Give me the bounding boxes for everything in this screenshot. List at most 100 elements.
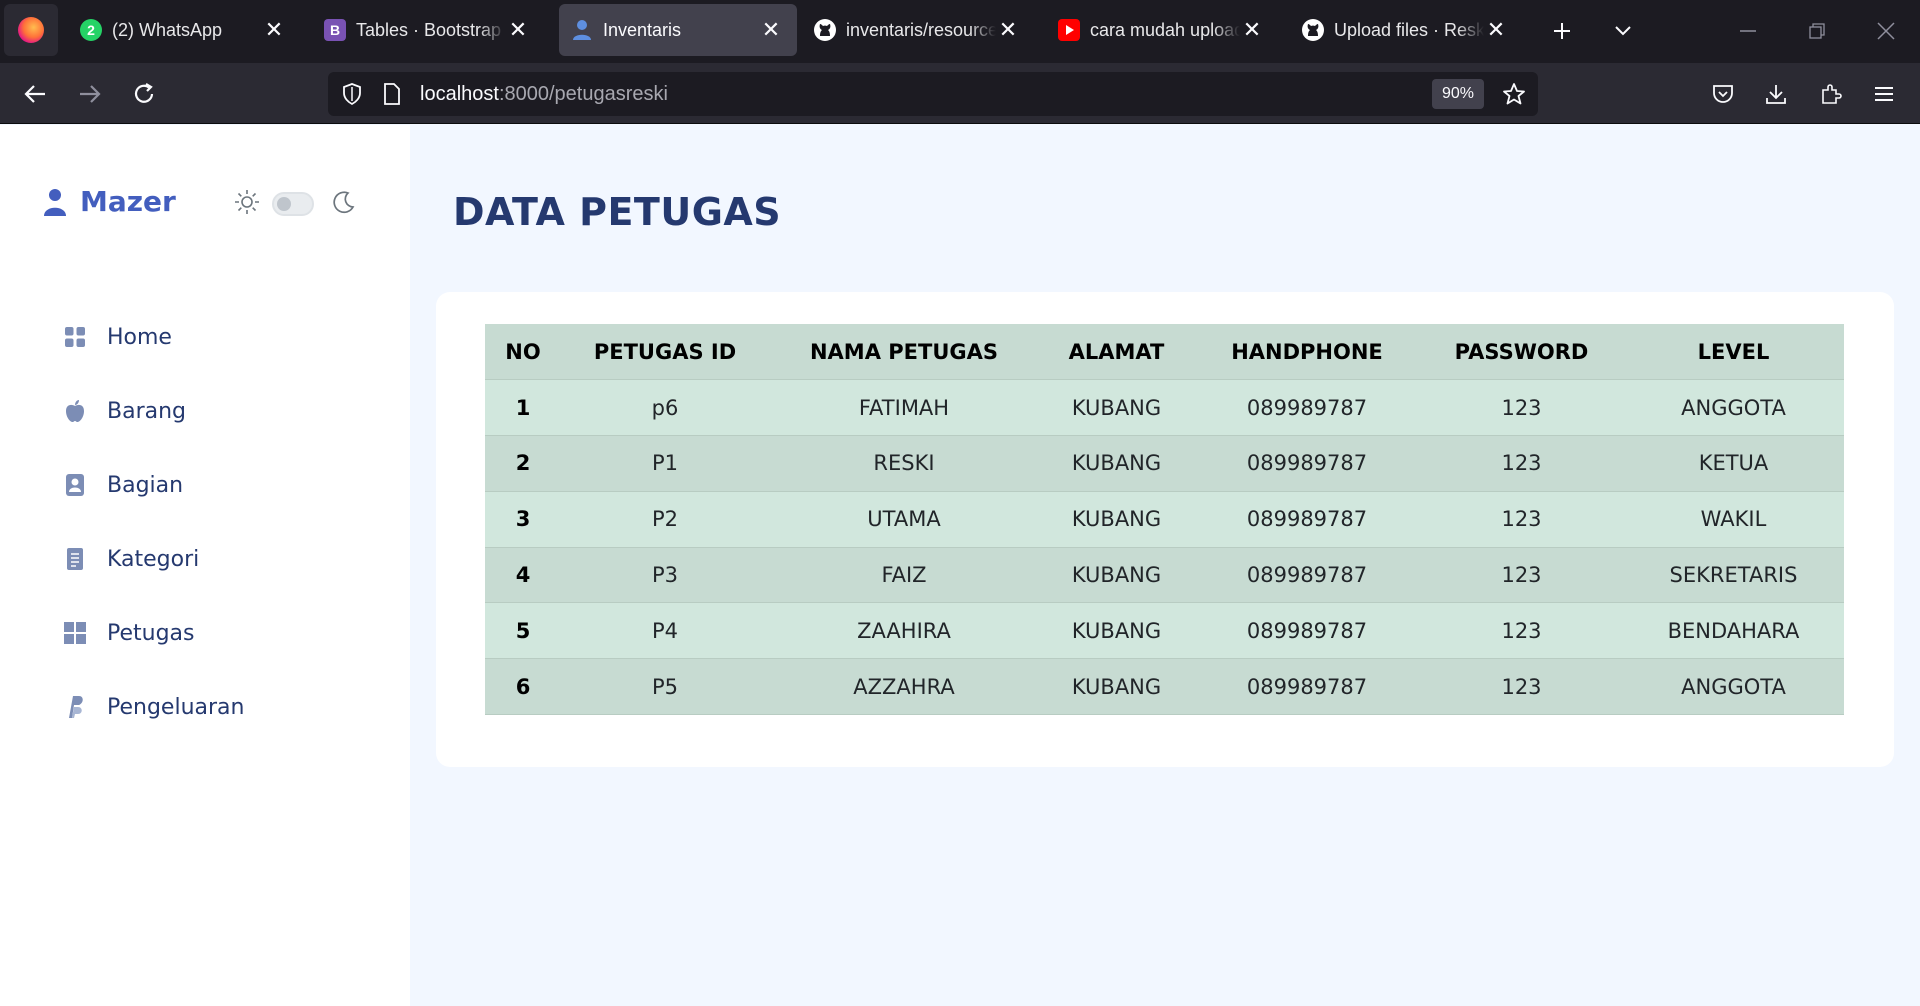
sidebar-item-bagian[interactable]: Bagian [62, 448, 372, 522]
downloads-icon[interactable] [1758, 76, 1794, 112]
github-icon [814, 19, 836, 41]
youtube-icon [1058, 19, 1080, 41]
shield-icon[interactable] [340, 82, 364, 106]
table-cell: p6 [561, 379, 769, 437]
tab-inventaris[interactable]: Inventaris ✕ [559, 4, 797, 56]
table-cell: 3 [485, 491, 561, 548]
table-cell: KUBANG [1039, 379, 1194, 437]
table-cell: 123 [1420, 547, 1623, 604]
tab-whatsapp[interactable]: 2 (2) WhatsApp ✕ [68, 4, 300, 56]
page-info-icon[interactable] [380, 82, 404, 106]
list-all-tabs-icon[interactable] [1606, 14, 1640, 48]
table-cell: FAIZ [769, 547, 1039, 604]
extensions-icon[interactable] [1813, 76, 1849, 112]
table-cell: 2 [485, 435, 561, 492]
tab-title: cara mudah upload [1090, 19, 1240, 40]
table-cell: KUBANG [1039, 435, 1194, 492]
table-cell: KETUA [1623, 435, 1844, 492]
reload-icon[interactable] [126, 76, 162, 112]
tab-title: (2) WhatsApp [112, 19, 223, 40]
table-cell: FATIMAH [769, 379, 1039, 437]
url-bar[interactable]: localhost:8000/petugasreski 90% [328, 72, 1538, 116]
switch-knob [277, 197, 291, 211]
pocket-icon[interactable] [1705, 76, 1741, 112]
tab-title: Tables · Bootstrap v5.3 [356, 19, 506, 40]
sidebar-item-home[interactable]: Home [62, 300, 372, 374]
close-window-icon[interactable] [1866, 12, 1906, 50]
close-tab-icon[interactable]: ✕ [1240, 17, 1264, 42]
table-row: 3 P2 UTAMA KUBANG 089989787 123 WAKIL [485, 491, 1844, 548]
github-icon [1302, 19, 1324, 41]
table-cell: 5 [485, 602, 561, 660]
table-cell: 089989787 [1194, 547, 1420, 604]
table-row: 2 P1 RESKI KUBANG 089989787 123 KETUA [485, 435, 1844, 492]
table-cell: 4 [485, 547, 561, 604]
moon-icon [332, 190, 356, 218]
tab-youtube[interactable]: cara mudah upload ✕ [1046, 4, 1278, 56]
bootstrap-icon: B [324, 19, 346, 41]
tab-bootstrap-tables[interactable]: B Tables · Bootstrap v5.3 ✕ [312, 4, 544, 56]
sidebar-item-label: Petugas [107, 620, 195, 646]
restore-window-icon[interactable] [1797, 12, 1837, 50]
close-tab-icon[interactable]: ✕ [759, 17, 783, 42]
tab-title: inventaris/resources [846, 19, 996, 40]
sidebar-item-petugas[interactable]: Petugas [62, 596, 372, 670]
table-cell: BENDAHARA [1623, 602, 1844, 660]
browser-nav-bar: localhost:8000/petugasreski 90% [0, 63, 1920, 124]
apple-icon [62, 398, 88, 424]
table-cell: P2 [561, 491, 769, 548]
tab-github-resources[interactable]: inventaris/resources ✕ [802, 4, 1034, 56]
url-text[interactable]: localhost:8000/petugasreski [420, 83, 668, 106]
firefox-logo-icon [18, 17, 44, 43]
close-tab-icon[interactable]: ✕ [1484, 17, 1508, 42]
close-tab-icon[interactable]: ✕ [262, 17, 286, 42]
brand-logo[interactable]: Mazer [42, 185, 176, 218]
table-cell: KUBANG [1039, 547, 1194, 604]
bookmark-star-icon[interactable] [1502, 82, 1526, 106]
table-cell: P3 [561, 547, 769, 604]
table-cell: ANGGOTA [1623, 379, 1844, 437]
table-cell: 123 [1420, 658, 1623, 716]
close-tab-icon[interactable]: ✕ [506, 17, 530, 42]
table-cell: KUBANG [1039, 602, 1194, 660]
table-row: 1 p6 FATIMAH KUBANG 089989787 123 ANGGOT… [485, 379, 1844, 437]
sidebar-item-label: Home [107, 324, 172, 350]
table-cell: 089989787 [1194, 435, 1420, 492]
table-cell: AZZAHRA [769, 658, 1039, 716]
table-cell: 1 [485, 379, 561, 437]
theme-toggle [234, 189, 356, 219]
windows-icon [62, 620, 88, 646]
person-icon [42, 187, 68, 217]
sidebar-item-pengeluaran[interactable]: Pengeluaran [62, 670, 372, 744]
close-tab-icon[interactable]: ✕ [996, 17, 1020, 42]
table-cell: 123 [1420, 602, 1623, 660]
tab-title: Upload files · ReskiU [1334, 19, 1484, 40]
new-tab-button[interactable] [1545, 14, 1579, 48]
tab-github-upload[interactable]: Upload files · ReskiU ✕ [1290, 4, 1522, 56]
firefox-menu-button[interactable] [4, 4, 58, 56]
table-cell: KUBANG [1039, 491, 1194, 548]
sidebar-item-barang[interactable]: Barang [62, 374, 372, 448]
dark-mode-switch[interactable] [272, 192, 314, 216]
column-header: NO [485, 324, 561, 381]
forward-icon[interactable] [72, 76, 108, 112]
column-header: LEVEL [1623, 324, 1844, 381]
table-cell: SEKRETARIS [1623, 547, 1844, 604]
table-cell: 089989787 [1194, 658, 1420, 716]
app-menu-icon[interactable] [1866, 76, 1902, 112]
table-cell: 123 [1420, 379, 1623, 437]
table-cell: P1 [561, 435, 769, 492]
table-row: 5 P4 ZAAHIRA KUBANG 089989787 123 BENDAH… [485, 602, 1844, 660]
page-title: DATA PETUGAS [453, 190, 782, 234]
back-icon[interactable] [17, 76, 53, 112]
table-cell: P5 [561, 658, 769, 716]
sidebar-item-kategori[interactable]: Kategori [62, 522, 372, 596]
minimize-window-icon[interactable] [1728, 12, 1768, 50]
table-cell: 089989787 [1194, 602, 1420, 660]
petugas-table: NO PETUGAS ID NAMA PETUGAS ALAMAT HANDPH… [485, 324, 1844, 716]
table-cell: WAKIL [1623, 491, 1844, 548]
zoom-level-badge[interactable]: 90% [1432, 79, 1485, 109]
table-header-row: NO PETUGAS ID NAMA PETUGAS ALAMAT HANDPH… [485, 324, 1844, 381]
grid-icon [62, 324, 88, 350]
paypal-icon [62, 694, 88, 720]
